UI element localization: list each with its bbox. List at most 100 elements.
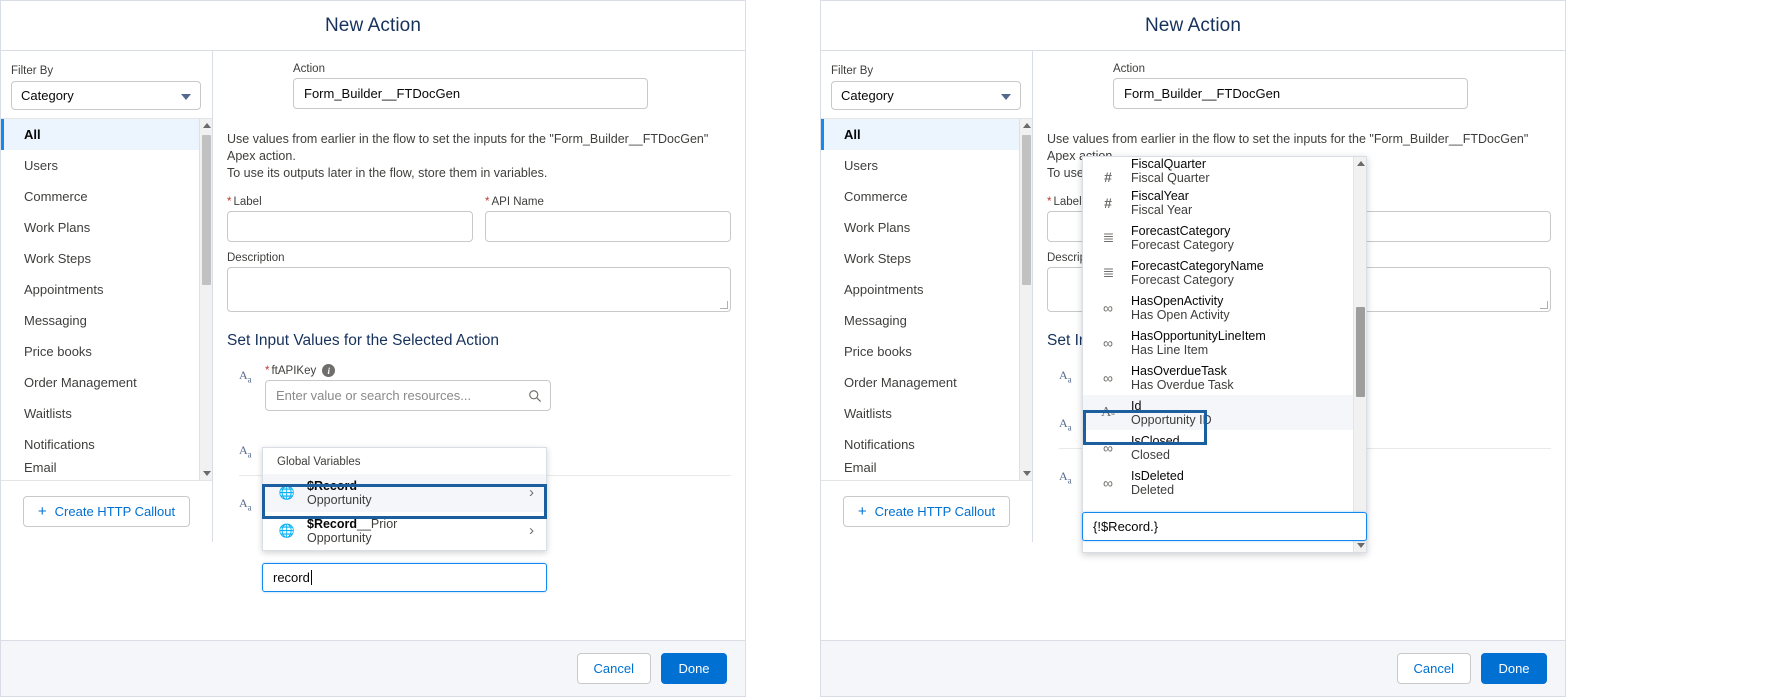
scroll-down-icon[interactable] [1020,467,1032,480]
sidebar-item-appointments[interactable]: Appointments [1,274,212,305]
modal-footer-left: Cancel Done [1,640,745,696]
create-http-callout-button[interactable]: + Create HTTP Callout [22,496,191,527]
scroll-up-icon[interactable] [1354,157,1366,170]
field-option-hasoverduetask[interactable]: ∞ HasOverdueTask Has Overdue Task [1083,360,1366,395]
sidebar-item-label: Waitlists [844,406,892,421]
dropdown-option-record-prior[interactable]: 🌐 $Record__Prior Opportunity › [263,512,546,550]
ftapikey-row: Aa * ftAPIKey i Enter value or search res… [227,364,731,411]
scroll-up-icon[interactable] [200,119,212,132]
sidebar-item-order-management[interactable]: Order Management [821,367,1032,398]
search-icon[interactable] [528,389,542,403]
label-input[interactable] [227,211,473,242]
sidebar-item-users[interactable]: Users [1,150,212,181]
scrollbar-thumb[interactable] [1356,307,1365,397]
sidebar-item-commerce[interactable]: Commerce [1,181,212,212]
sidebar-item-messaging[interactable]: Messaging [821,305,1032,336]
field-dropdown-right[interactable]: # FiscalQuarter Fiscal Quarter # FiscalY… [1082,156,1367,553]
option-sub: Opportunity [307,531,372,545]
sidebar-item-price-books[interactable]: Price books [821,336,1032,367]
sidebar-item-all[interactable]: All [1,119,212,150]
typed-value: {!$Record.} [1093,519,1159,534]
sidebar-item-notifications[interactable]: Notifications [1,429,212,460]
field-option-forecastcategory[interactable]: ≣ ForecastCategory Forecast Category [1083,220,1366,255]
resize-grip-icon[interactable] [1540,301,1548,309]
sidebar-item-work-plans[interactable]: Work Plans [1,212,212,243]
done-button[interactable]: Done [1481,653,1547,684]
chevron-right-icon[interactable]: › [529,485,534,500]
ftapikey-label: * ftAPIKey i [265,364,731,377]
sidebar-item-notifications[interactable]: Notifications [821,429,1032,460]
info-icon[interactable]: i [322,364,336,377]
resource-dropdown-left[interactable]: Global Variables 🌐 $Record Opportunity ›… [262,447,547,551]
plus-icon: + [857,503,867,520]
option-sub: Opportunity [307,493,372,507]
sidebar-item-label: Appointments [24,282,104,297]
description-field-group: Description [227,252,731,312]
sidebar-item-messaging[interactable]: Messaging [1,305,212,336]
sidebar-item-label: Notifications [24,437,95,452]
sidebar-item-label: Commerce [844,189,908,204]
label-apiname-row: *Label *API Name [227,196,731,242]
scrollbar-thumb[interactable] [1022,135,1031,285]
sidebar-item-order-management[interactable]: Order Management [1,367,212,398]
field-api-name: HasOpenActivity [1131,293,1224,308]
filter-by-value: Category [21,88,74,103]
filter-by-select[interactable]: Category [831,81,1021,110]
resource-typed-input-right[interactable]: {!$Record.} [1082,512,1367,541]
sidebar-item-price-books[interactable]: Price books [1,336,212,367]
dropdown-scrollbar-right[interactable] [1353,157,1366,552]
apiname-input[interactable] [485,211,731,242]
scroll-up-icon[interactable] [1020,119,1032,132]
sidebar-item-work-plans[interactable]: Work Plans [821,212,1032,243]
sidebar-item-work-steps[interactable]: Work Steps [1,243,212,274]
field-api-name: ForecastCategory [1131,223,1231,238]
sidebar-item-work-steps[interactable]: Work Steps [821,243,1032,274]
sidebar-item-email[interactable]: Email [821,460,1032,474]
field-option-hasopportunitylineitem[interactable]: ∞ HasOpportunityLineItem Has Line Item [1083,325,1366,360]
action-input[interactable]: Form_Builder__FTDocGen [293,78,648,109]
cancel-button[interactable]: Cancel [1396,653,1471,684]
cancel-button[interactable]: Cancel [576,653,651,684]
sidebar-item-appointments[interactable]: Appointments [821,274,1032,305]
field-option-fiscalquarter[interactable]: # FiscalQuarter Fiscal Quarter [1083,157,1366,185]
apiname-field-label: *API Name [485,196,544,208]
boolean-icon: ∞ [1103,369,1113,386]
field-label: Forecast Category [1131,237,1234,252]
create-http-callout-button[interactable]: + Create HTTP Callout [842,496,1011,527]
action-input[interactable]: Form_Builder__FTDocGen [1113,78,1468,109]
ftapikey-combobox[interactable]: Enter value or search resources... [265,380,551,411]
done-button[interactable]: Done [661,653,727,684]
chevron-right-icon[interactable]: › [529,523,534,538]
sidebar-item-users[interactable]: Users [821,150,1032,181]
field-option-id[interactable]: Aa Id Opportunity ID [1083,395,1366,430]
field-option-fiscalyear[interactable]: # FiscalYear Fiscal Year [1083,185,1366,220]
scroll-down-icon[interactable] [200,467,212,480]
filter-by-group: Filter By Category [1,51,212,118]
resource-typed-input-left[interactable]: record [262,563,547,592]
description-textarea[interactable] [227,267,731,312]
sidebar-item-commerce[interactable]: Commerce [821,181,1032,212]
filter-by-select[interactable]: Category [11,81,201,110]
field-option-isclosed[interactable]: ∞ IsClosed Closed [1083,430,1366,465]
field-label: Has Open Activity [1131,307,1230,322]
sidebar-scrollbar-left[interactable] [199,119,212,480]
option-name: $Record [307,479,358,493]
field-option-forecastcategoryname[interactable]: ≣ ForecastCategoryName Forecast Category [1083,255,1366,290]
scrollbar-thumb[interactable] [202,135,211,285]
resize-grip-icon[interactable] [720,301,728,309]
field-option-isdeleted[interactable]: ∞ IsDeleted Deleted [1083,465,1366,500]
sidebar-item-email[interactable]: Email [1,460,212,474]
action-field-group: Action Form_Builder__FTDocGen [1047,63,1551,109]
category-list-left[interactable]: All Users Commerce Work Plans Work Steps… [1,118,212,480]
category-list-right[interactable]: All Users Commerce Work Plans Work Steps… [821,118,1032,480]
sidebar-item-label: Price books [844,344,912,359]
filter-by-value: Category [841,88,894,103]
sidebar-item-all[interactable]: All [821,119,1032,150]
dropdown-option-record[interactable]: 🌐 $Record Opportunity › [263,474,546,512]
sidebar-item-waitlists[interactable]: Waitlists [1,398,212,429]
sidebar-item-label: Notifications [844,437,915,452]
sidebar-scrollbar-right[interactable] [1019,119,1032,480]
description-label: Description [227,252,285,264]
field-option-hasopenactivity[interactable]: ∞ HasOpenActivity Has Open Activity [1083,290,1366,325]
sidebar-item-waitlists[interactable]: Waitlists [821,398,1032,429]
